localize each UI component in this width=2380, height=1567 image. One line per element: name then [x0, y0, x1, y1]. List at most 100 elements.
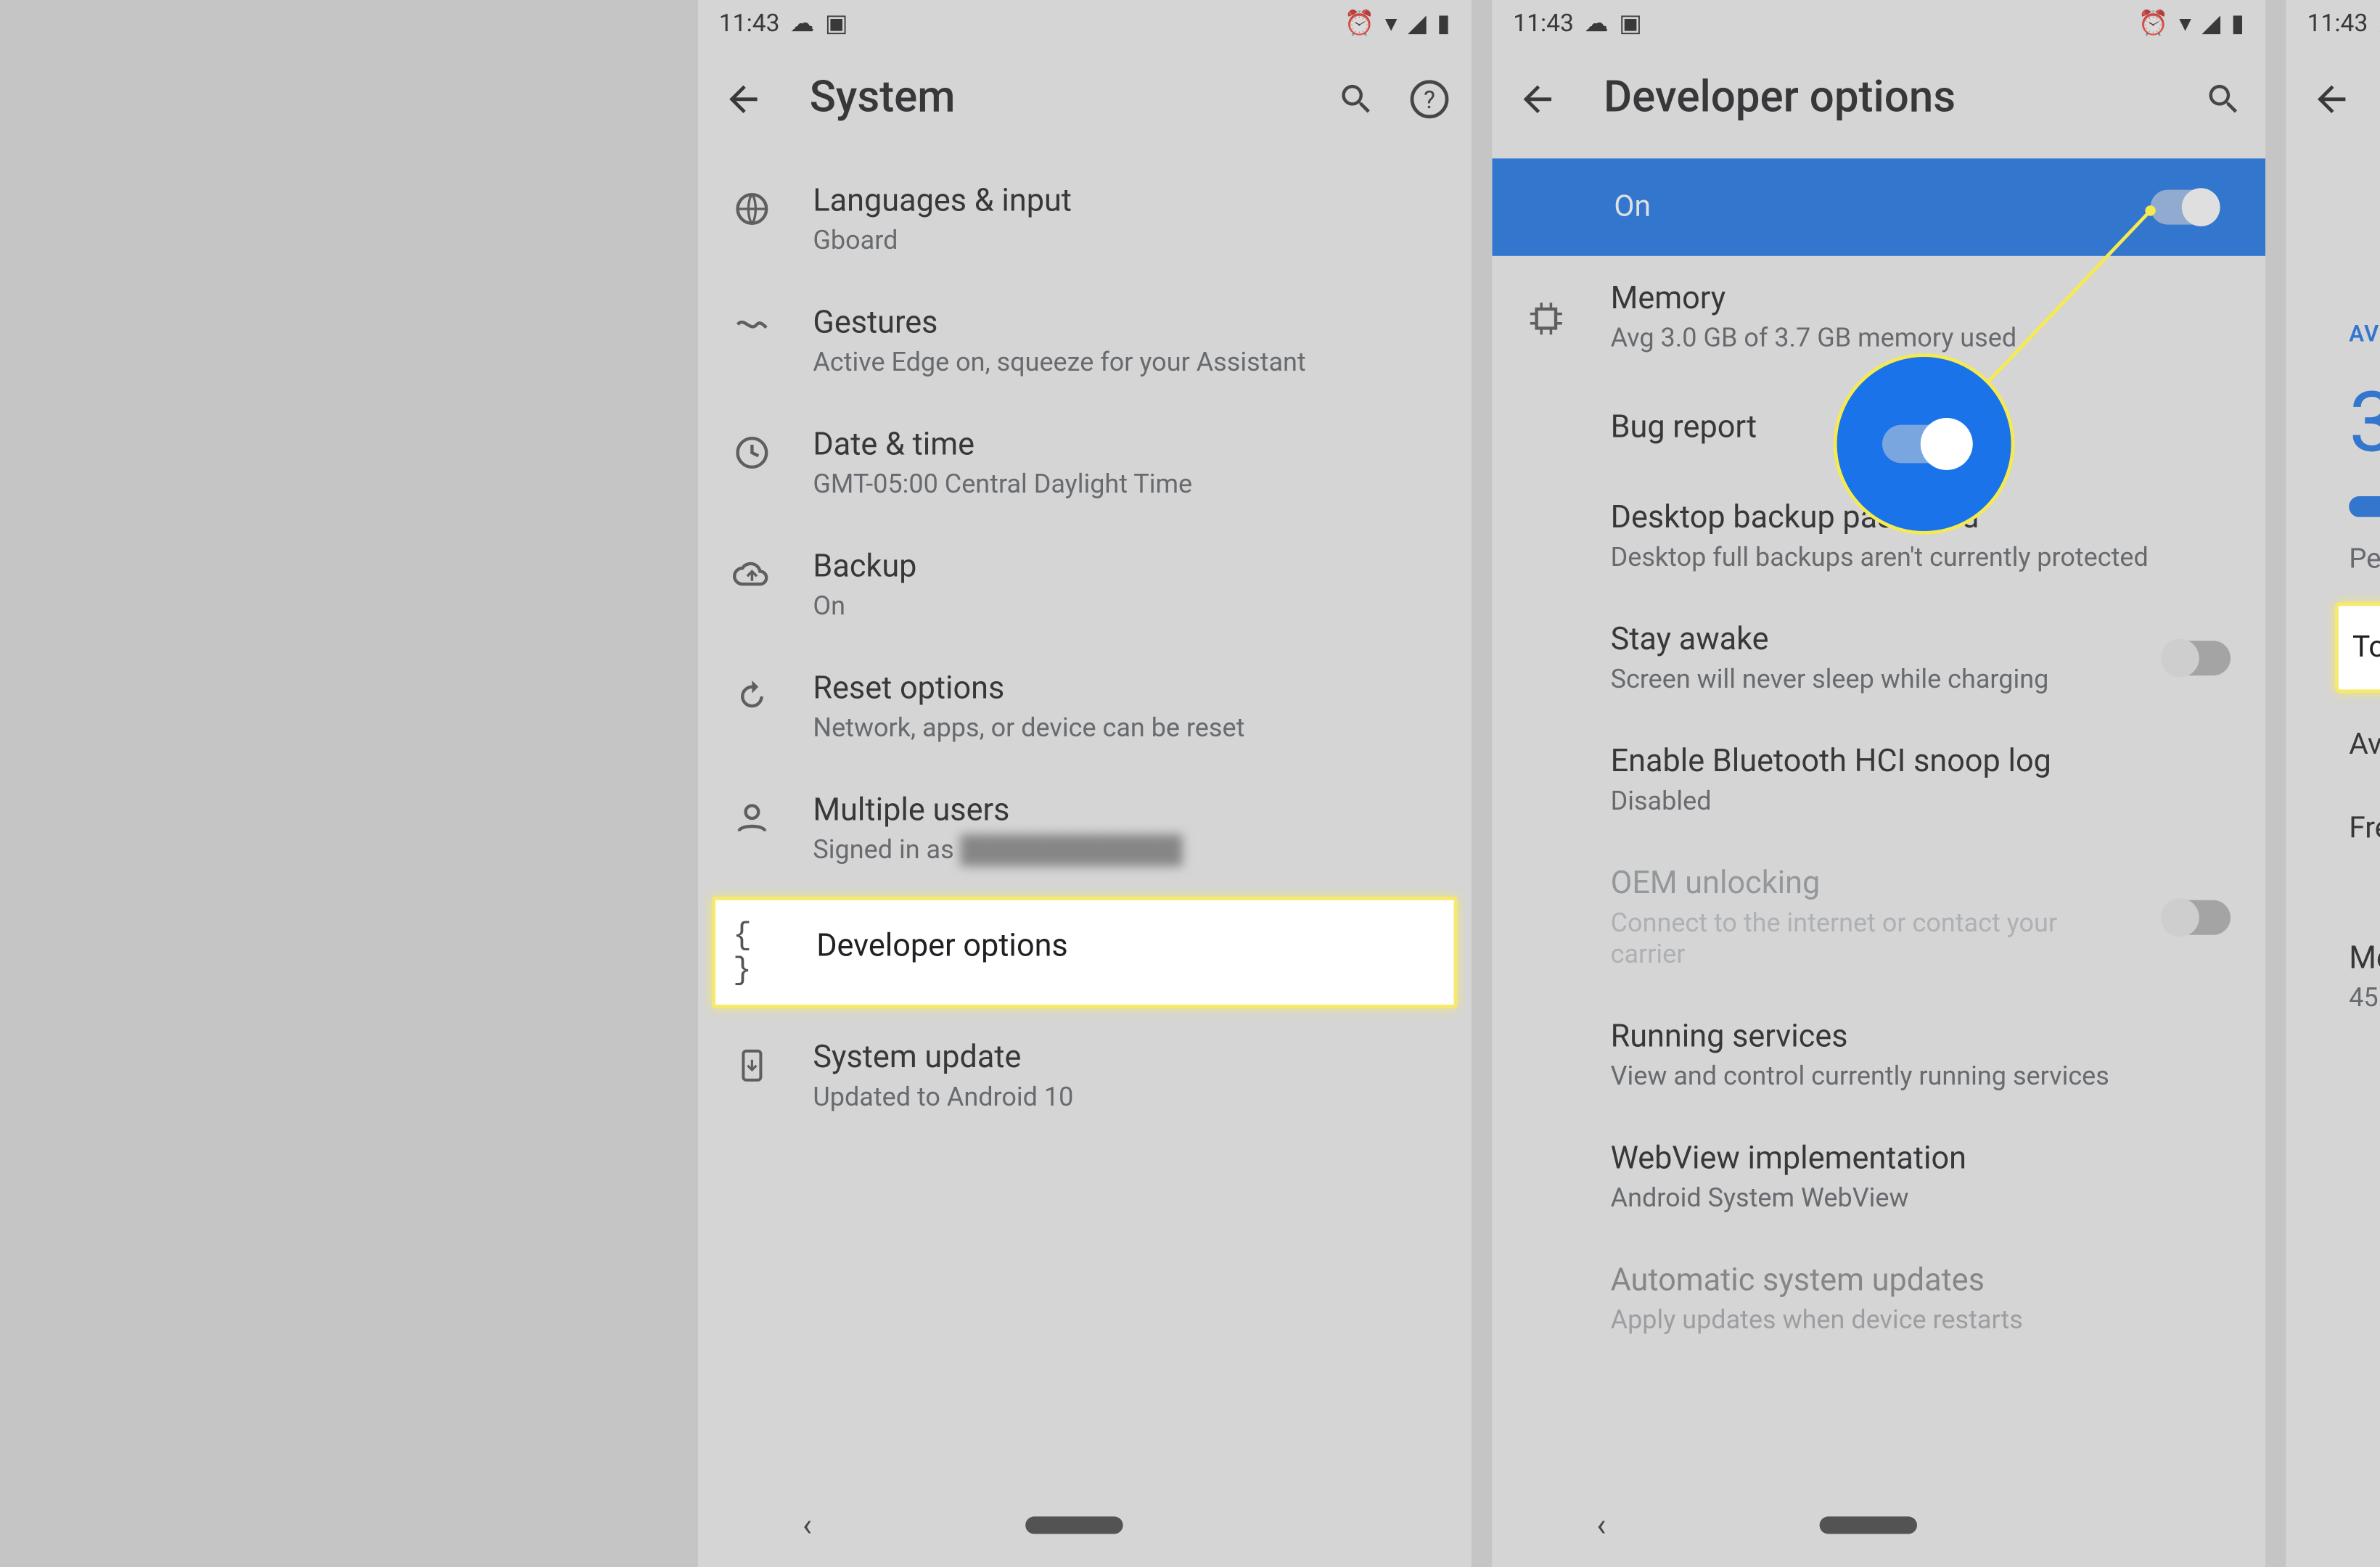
- item-backup[interactable]: Backup On: [698, 524, 1472, 646]
- item-subtitle: Gboard: [813, 225, 1443, 256]
- back-button[interactable]: [2307, 74, 2356, 123]
- apps-title: Memory used by apps: [2349, 940, 2380, 976]
- nav-back-icon[interactable]: ‹: [1596, 1507, 1606, 1543]
- memory-usage-bar: [2349, 496, 2380, 517]
- master-toggle-banner[interactable]: On: [1492, 158, 2265, 255]
- row-label: Total memory: [2352, 630, 2380, 665]
- item-memory-used-by-apps[interactable]: Memory used by apps 45 apps used memory …: [2349, 940, 2380, 1013]
- system-nav-bar: ‹: [2286, 1484, 2380, 1567]
- item-languages-input[interactable]: Languages & input Gboard: [698, 158, 1472, 280]
- image-icon: ▣: [1619, 10, 1642, 38]
- item-subtitle: Screen will never sleep while charging: [1611, 663, 2106, 694]
- clock-icon: [729, 430, 774, 475]
- signal-icon: ◢: [1408, 10, 1427, 38]
- item-title: Backup: [813, 548, 1443, 585]
- item-subtitle: Apply updates when device restarts: [1611, 1304, 2213, 1336]
- alarm-icon: ⏰: [1344, 10, 1374, 38]
- row-label: Average used (%): [2349, 728, 2380, 762]
- settings-list: Languages & input Gboard Gestures Active…: [698, 158, 1472, 1137]
- cloud-icon: ☁: [790, 10, 815, 38]
- item-subtitle: Network, apps, or device can be reset: [813, 712, 1443, 744]
- item-title: Developer options: [816, 928, 1436, 964]
- battery-icon: ▮: [2231, 10, 2245, 38]
- item-title: System update: [813, 1040, 1443, 1076]
- item-oem-unlocking: OEM unlocking Connect to the internet or…: [1492, 841, 2265, 994]
- help-icon[interactable]: ?: [1408, 78, 1450, 120]
- search-icon[interactable]: [1335, 78, 1377, 120]
- item-gestures[interactable]: Gestures Active Edge on, squeeze for you…: [698, 280, 1472, 402]
- item-title: Running services: [1611, 1019, 2213, 1055]
- item-reset-options[interactable]: Reset options Network, apps, or device c…: [698, 646, 1472, 768]
- cloud-icon: ☁: [1584, 10, 1609, 38]
- item-auto-system-updates[interactable]: Automatic system updates Apply updates w…: [1492, 1238, 2265, 1360]
- back-button[interactable]: [1513, 74, 1562, 123]
- performance-row: Performance Normal: [2349, 541, 2380, 575]
- nav-home-pill[interactable]: [1025, 1516, 1122, 1534]
- section-average-memory: AVERAGE MEMORY USE: [2349, 322, 2380, 348]
- wifi-icon: ▾: [1385, 10, 1398, 38]
- redacted-username: ████████████: [961, 834, 1183, 865]
- item-title: Languages & input: [813, 183, 1443, 219]
- status-bar: 11:43 ☁ ▣ ⏰ ▾ ◢ ▮: [2286, 0, 2380, 45]
- globe-icon: [729, 186, 774, 231]
- status-time: 11:43: [2307, 10, 2368, 38]
- nav-back-icon[interactable]: ‹: [803, 1507, 812, 1543]
- chip-icon: [1524, 296, 1569, 341]
- app-header: Memory use ?: [2286, 45, 2380, 158]
- item-subtitle: Active Edge on, squeeze for your Assista…: [813, 347, 1443, 378]
- item-title: OEM unlocking: [1611, 865, 2106, 902]
- item-subtitle: Connect to the internet or contact your …: [1611, 907, 2106, 969]
- item-title: WebView implementation: [1611, 1140, 2213, 1177]
- reset-icon: [729, 674, 774, 719]
- item-subtitle: On: [813, 591, 1443, 622]
- alarm-icon: ⏰: [2138, 10, 2169, 38]
- screen-memory-use: 11:43 ☁ ▣ ⏰ ▾ ◢ ▮ Memory use ?: [2286, 0, 2380, 1567]
- status-time: 11:43: [1513, 10, 1574, 38]
- svg-text:?: ?: [1424, 86, 1435, 114]
- item-developer-options[interactable]: { } Developer options: [712, 897, 1457, 1008]
- status-bar: 11:43 ☁ ▣ ⏰ ▾ ◢ ▮: [698, 0, 1472, 45]
- memory-usage-fill: [2349, 496, 2380, 517]
- stay-awake-toggle[interactable]: [2164, 641, 2231, 675]
- toggle-enlarged: [1882, 425, 1966, 464]
- item-subtitle: Updated to Android 10: [813, 1081, 1443, 1112]
- screen-system: 11:43 ☁ ▣ ⏰ ▾ ◢ ▮ System ?: [698, 0, 1472, 1567]
- app-header: Developer options: [1492, 45, 2265, 158]
- person-icon: [729, 796, 774, 841]
- signal-icon: ◢: [2202, 10, 2220, 38]
- item-webview-impl[interactable]: WebView implementation Android System We…: [1492, 1116, 2265, 1238]
- search-icon[interactable]: [2203, 78, 2245, 120]
- item-date-time[interactable]: Date & time GMT-05:00 Central Daylight T…: [698, 402, 1472, 524]
- item-subtitle: Disabled: [1611, 785, 2213, 816]
- item-running-services[interactable]: Running services View and control curren…: [1492, 994, 2265, 1116]
- system-update-icon: [729, 1043, 774, 1088]
- item-system-update[interactable]: System update Updated to Android 10: [698, 1015, 1472, 1137]
- app-header: System ?: [698, 45, 1472, 158]
- item-multiple-users[interactable]: Multiple users Signed in as ████████████: [698, 768, 1472, 889]
- back-button[interactable]: [719, 74, 768, 123]
- master-toggle[interactable]: [2151, 190, 2217, 225]
- row-total-memory[interactable]: Total memory 3.7 GB: [2335, 602, 2380, 693]
- apps-subtitle: 45 apps used memory in the last 3 hours: [2349, 982, 2380, 1013]
- battery-icon: ▮: [1437, 10, 1450, 38]
- image-icon: ▣: [825, 10, 848, 38]
- item-subtitle: View and control currently running servi…: [1611, 1061, 2213, 1092]
- row-free[interactable]: Free 699 MB: [2349, 787, 2380, 871]
- item-title: Automatic system updates: [1611, 1262, 2213, 1299]
- item-memory[interactable]: Memory Avg 3.0 GB of 3.7 GB memory used: [1492, 256, 2265, 378]
- status-time: 11:43: [719, 10, 780, 38]
- item-bt-hci-snoop[interactable]: Enable Bluetooth HCI snoop log Disabled: [1492, 719, 2265, 841]
- item-subtitle: Avg 3.0 GB of 3.7 GB memory used: [1611, 322, 2213, 353]
- item-title: Multiple users: [813, 792, 1443, 828]
- system-nav-bar: ‹: [698, 1484, 1472, 1567]
- item-subtitle: GMT-05:00 Central Daylight Time: [813, 469, 1443, 500]
- cloud-upload-icon: [729, 552, 774, 597]
- nav-home-pill[interactable]: [1819, 1516, 1916, 1534]
- item-stay-awake[interactable]: Stay awake Screen will never sleep while…: [1492, 597, 2265, 719]
- item-title: Enable Bluetooth HCI snoop log: [1611, 744, 2213, 780]
- item-subtitle: Desktop full backups aren't currently pr…: [1611, 541, 2213, 572]
- page-title: Developer options: [1604, 73, 2203, 124]
- item-subtitle: Android System WebView: [1611, 1183, 2213, 1214]
- item-title: Date & time: [813, 427, 1443, 463]
- row-average-used-pct[interactable]: Average used (%) 81%: [2349, 704, 2380, 787]
